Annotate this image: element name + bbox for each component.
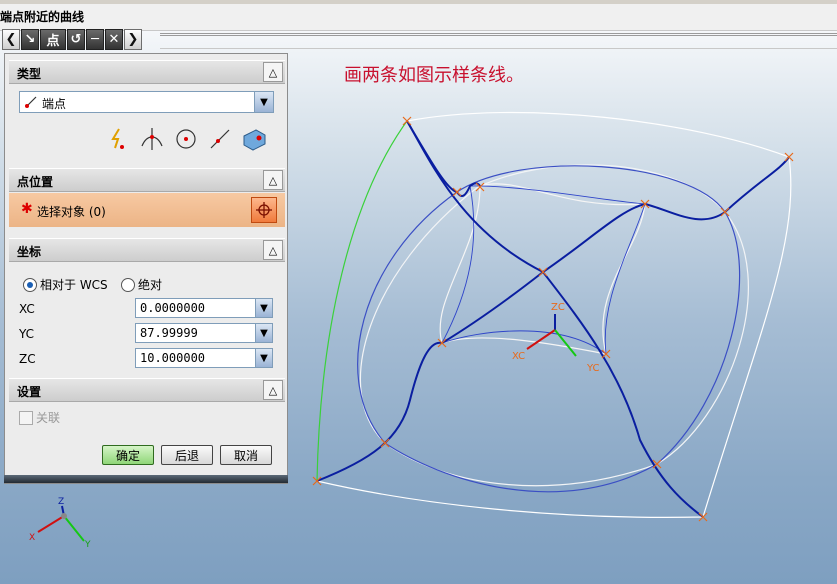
intersection-marker [538, 267, 548, 277]
section-type-header[interactable]: 类型 △ [9, 60, 285, 84]
type-icon-row [105, 126, 275, 152]
type-dropdown[interactable]: 端点 ▼ [19, 91, 274, 113]
work-csys [526, 314, 577, 357]
down-arrow-icon[interactable]: ▼ [255, 299, 272, 317]
section-coordinates-title: 坐标 [17, 245, 42, 259]
zc-label: ZC [19, 352, 36, 366]
triad-y-label: Y [85, 540, 91, 550]
section-settings-title: 设置 [17, 385, 42, 399]
radio-unselected-icon[interactable] [121, 277, 135, 292]
chevron-up-icon[interactable]: △ [263, 240, 283, 260]
intersection-marker [720, 207, 730, 217]
green-edge-curve [316, 120, 408, 482]
outer-boundary-curve [316, 111, 792, 518]
csys-yc-label: YC [587, 363, 600, 374]
checkbox-box [19, 410, 33, 425]
select-arrow-icon[interactable]: ↘ [21, 29, 39, 50]
close-icon[interactable]: ✕ [105, 29, 123, 50]
select-object-label: 选择对象 (0) [37, 205, 106, 219]
radio-selected-icon[interactable] [23, 277, 37, 292]
intersection-marker [380, 438, 390, 448]
chevron-up-icon[interactable]: △ [263, 380, 283, 400]
toolbar-divider [160, 33, 837, 49]
chevron-up-icon[interactable]: △ [263, 170, 283, 190]
type-selected-value: 端点 [42, 97, 67, 111]
triad-z-label: Z [58, 497, 65, 507]
radio-absolute-label: 绝对 [138, 278, 163, 292]
intersection-marker [452, 187, 462, 197]
xc-value: 0.0000000 [140, 301, 206, 315]
star-blue-curve [441, 185, 646, 355]
star-white-curve [439, 183, 646, 355]
radio-absolute[interactable]: 绝对 [121, 276, 162, 293]
arc-center-icon[interactable] [173, 126, 199, 152]
window-title: 端点附近的曲线 [0, 10, 85, 24]
point-on-curve-icon[interactable] [207, 126, 233, 152]
section-coordinates-header[interactable]: 坐标 △ [9, 238, 285, 262]
dropdown-arrow-icon[interactable]: ▼ [254, 92, 273, 112]
back-button[interactable]: 后退 [161, 445, 213, 465]
intersection-point-icon[interactable] [139, 126, 165, 152]
inferred-point-icon[interactable] [105, 126, 131, 152]
crosshair-icon [256, 202, 272, 218]
undo-icon[interactable]: ↺ [67, 29, 85, 50]
csys-zc-label: ZC [551, 302, 565, 313]
section-point-location-header[interactable]: 点位置 △ [9, 168, 285, 192]
line-point-icon [25, 96, 37, 108]
selection-toolbar: ❮ ↘ 点 ↺ ─ ✕ ❯ [2, 29, 142, 51]
minus-icon[interactable]: ─ [86, 29, 104, 50]
chevron-right-icon[interactable]: ❯ [124, 29, 142, 50]
chevron-left-icon[interactable]: ❮ [2, 29, 20, 50]
xc-field[interactable]: 0.0000000 ▼ [135, 298, 273, 318]
dialog-bottom-bar [4, 475, 288, 483]
instruction-annotation: 画两条如图示样条线。 [344, 65, 524, 86]
xc-label: XC [19, 302, 35, 316]
point-dialog-button[interactable] [251, 197, 277, 223]
inner-blue-loop [357, 165, 741, 493]
top-strip [0, 0, 837, 4]
section-type-title: 类型 [17, 67, 42, 81]
cancel-button[interactable]: 取消 [220, 445, 272, 465]
point-tool-button[interactable]: 点 [40, 29, 66, 50]
chevron-up-icon[interactable]: △ [263, 62, 283, 82]
section-settings-header[interactable]: 设置 △ [9, 378, 285, 402]
title-bar: 端点附近的曲线 [0, 0, 837, 31]
radio-relative-wcs[interactable]: 相对于 WCS [23, 276, 108, 293]
point-dialog: 类型 △ 端点 ▼ 点位置 △ ✱ 选择对象 (0) 坐标 △ 相对于 WCS … [4, 53, 288, 484]
zc-value: 10.000000 [140, 351, 206, 365]
csys-xc-label: XC [512, 351, 526, 362]
associative-label: 关联 [36, 411, 61, 425]
radio-relative-wcs-label: 相对于 WCS [40, 278, 108, 292]
ok-button[interactable]: 确定 [102, 445, 154, 465]
yc-field[interactable]: 87.99999 ▼ [135, 323, 273, 343]
point-on-face-icon[interactable] [241, 126, 267, 152]
view-triad [37, 505, 85, 542]
required-star-icon: ✱ [21, 201, 33, 217]
down-arrow-icon[interactable]: ▼ [255, 324, 272, 342]
yc-label: YC [19, 327, 35, 341]
triad-x-label: X [29, 533, 36, 543]
section-point-location-title: 点位置 [17, 175, 54, 189]
select-object-row[interactable]: ✱ 选择对象 (0) [9, 193, 285, 227]
associative-checkbox: 关联 [19, 409, 60, 426]
down-arrow-icon[interactable]: ▼ [255, 349, 272, 367]
zc-field[interactable]: 10.000000 ▼ [135, 348, 273, 368]
yc-value: 87.99999 [140, 326, 198, 340]
